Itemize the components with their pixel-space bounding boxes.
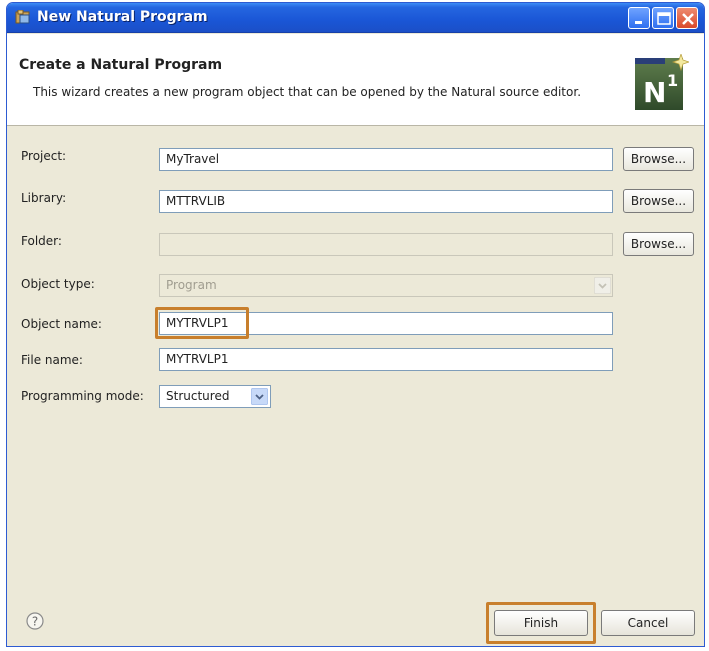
logo-letter: N [643,76,666,109]
programming-mode-value: Structured [166,389,230,403]
project-browse-button[interactable]: Browse... [623,147,694,171]
project-field[interactable]: MyTravel [159,148,613,171]
cancel-button[interactable]: Cancel [601,610,695,636]
minimize-button[interactable] [628,7,650,29]
object-name-label: Object name: [21,317,102,331]
close-icon [682,13,694,25]
dialog-window: New Natural Program Create a Natural Pro… [6,2,705,647]
file-name-label: File name: [21,353,83,367]
folder-field [159,233,613,256]
folder-label: Folder: [21,234,62,248]
maximize-icon [657,12,671,25]
help-icon: ? [26,612,44,630]
library-field[interactable]: MTTRVLIB [159,190,613,213]
file-name-field[interactable]: MYTRVLP1 [159,348,613,371]
programming-mode-select[interactable]: Structured [159,385,271,408]
title-bar[interactable]: New Natural Program [7,3,704,33]
chevron-down-icon [594,277,611,294]
wizard-header: Create a Natural Program This wizard cre… [7,34,704,126]
window-title: New Natural Program [37,9,208,25]
programming-mode-label: Programming mode: [21,389,144,403]
folder-browse-button[interactable]: Browse... [623,232,694,256]
help-symbol: ? [32,615,38,629]
help-button[interactable]: ? [25,611,45,631]
natural-logo-icon: N 1 [635,54,689,110]
natural-app-icon [15,10,30,24]
chevron-down-icon[interactable] [251,388,268,405]
project-label: Project: [21,149,67,163]
close-button[interactable] [676,7,698,29]
object-type-value: Program [166,278,217,292]
object-name-field[interactable]: MYTRVLP1 [159,312,613,335]
wizard-description: This wizard creates a new program object… [33,85,582,99]
finish-button[interactable]: Finish [494,610,588,636]
maximize-button[interactable] [652,7,674,29]
library-browse-button[interactable]: Browse... [623,189,694,213]
library-label: Library: [21,191,67,205]
object-type-label: Object type: [21,277,95,291]
logo-superscript: 1 [667,71,678,90]
minimize-icon [635,21,642,24]
object-type-select: Program [159,274,613,297]
wizard-title: Create a Natural Program [19,57,223,73]
